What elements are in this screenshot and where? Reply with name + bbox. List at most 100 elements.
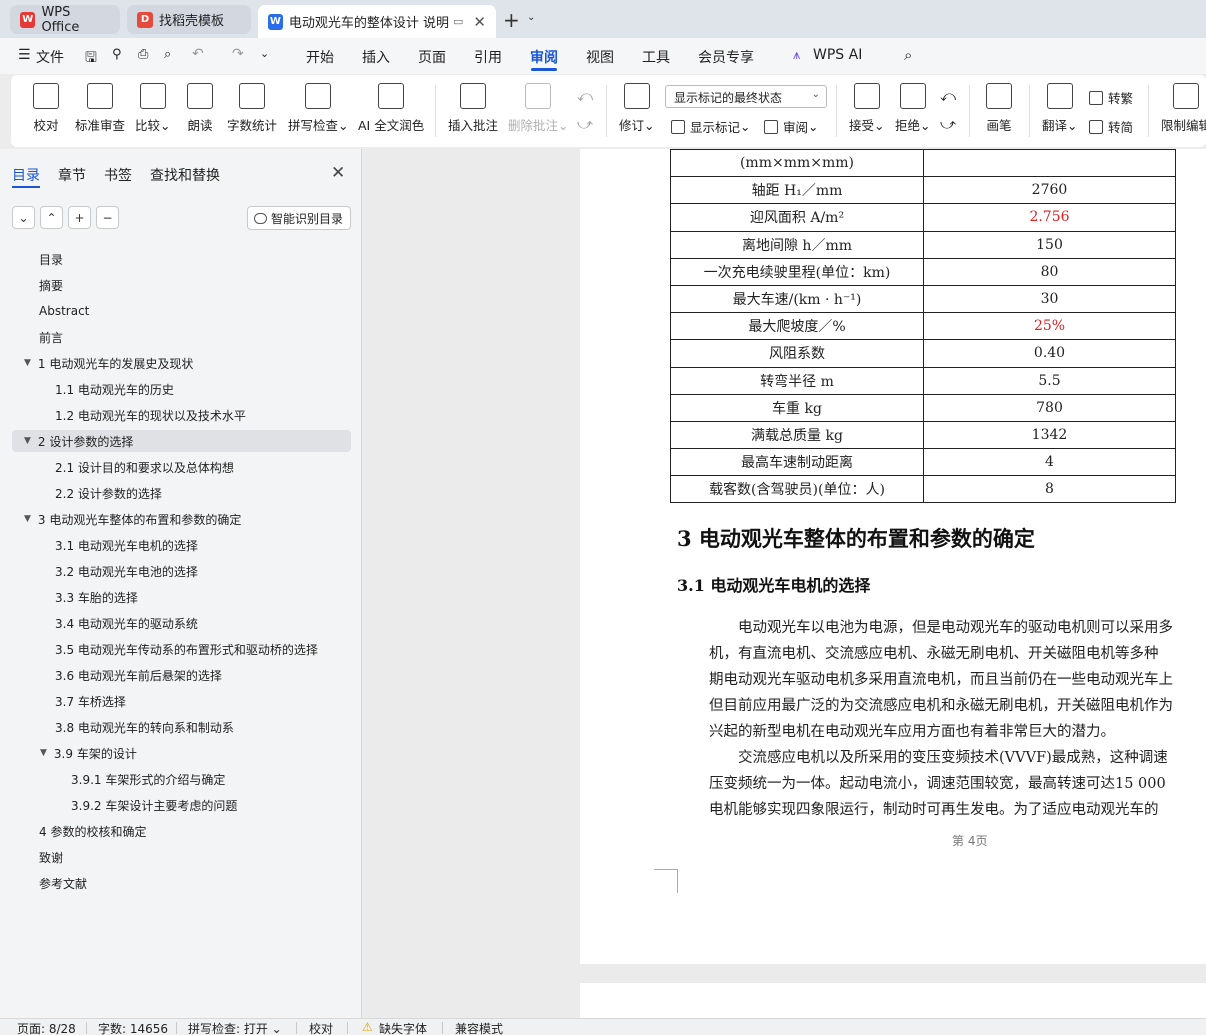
tab-docer[interactable]: D 找稻壳模板 [127, 5, 251, 34]
tab-document[interactable]: W 电动观光车的整体设计 说明书 ▭ ✕ [258, 5, 496, 38]
toc-item[interactable]: 3.8 电动观光车的转向系和制动系 [40, 716, 234, 738]
menu-wps-ai[interactable]: WPS AI [813, 47, 862, 63]
track-changes-button[interactable]: 修订⌄ [619, 83, 655, 134]
expand-arrow-icon[interactable]: ▼ [24, 436, 31, 446]
pen-button[interactable]: 画笔 [986, 83, 1012, 134]
tab-chapters[interactable]: 章节 [58, 165, 86, 185]
toc-item[interactable]: 3.2 电动观光车电池的选择 [40, 560, 198, 582]
hamburger-icon[interactable]: ☰ [18, 47, 31, 63]
toc-item-label: 摘要 [39, 278, 64, 293]
word-count-button[interactable]: 字数统计 [227, 83, 277, 134]
menu-references[interactable]: 引用 [474, 47, 502, 67]
smart-toc-button[interactable]: 智能识别目录 [247, 206, 351, 230]
add-heading-button[interactable]: + [68, 206, 91, 229]
spell-check-button[interactable]: 拼写检查⌄ [288, 83, 349, 134]
delete-comment-icon [525, 83, 552, 109]
active-tab-underline [12, 186, 40, 188]
expand-arrow-icon[interactable]: ▼ [24, 514, 31, 524]
tab-wps-office[interactable]: W WPS Office [10, 5, 120, 35]
menu-member[interactable]: 会员专享 [698, 47, 754, 67]
reject-button[interactable]: 拒绝⌄ [895, 83, 931, 134]
toc-item[interactable]: 致谢 [24, 846, 63, 868]
menu-page[interactable]: 页面 [418, 47, 446, 67]
toc-item[interactable]: 3.7 车桥选择 [40, 690, 126, 712]
toc-item[interactable]: ▼ 1 电动观光车的发展史及现状 [24, 352, 193, 374]
toc-item[interactable]: 参考文献 [24, 872, 87, 894]
toc-item[interactable]: 1.1 电动观光车的历史 [40, 378, 174, 400]
toc-item[interactable]: ▼ 3 电动观光车整体的布置和参数的确定 [24, 508, 241, 530]
save-icon[interactable]: 🖫 [85, 47, 97, 71]
toc-item[interactable]: 3.1 电动观光车电机的选择 [40, 534, 198, 556]
restrict-edit-button[interactable]: 限制编辑 [1161, 83, 1206, 134]
missing-font-indicator[interactable]: 缺失字体 [379, 1020, 427, 1035]
toc-item[interactable]: 3.5 电动观光车传动系的布置形式和驱动桥的选择 [40, 638, 318, 660]
print-icon[interactable]: ⎙ [138, 47, 148, 62]
page-indicator[interactable]: 页面: 8/28 [17, 1020, 76, 1035]
navigation-pane: 目录 章节 书签 查找和替换 ✕ ⌄ ⌃ + − 智能识别目录 目录摘要 Abst… [0, 149, 362, 1018]
search-icon[interactable]: ⌕ [904, 46, 912, 64]
tab-toc[interactable]: 目录 [12, 165, 40, 185]
proofread-button[interactable]: 校对 [33, 83, 59, 134]
toc-item[interactable]: 1.2 电动观光车的现状以及技术水平 [40, 404, 246, 426]
redo-icon[interactable]: ↷ [232, 46, 244, 62]
tab-list-chevron-icon[interactable]: ⌄ [527, 12, 535, 23]
delete-comment-button[interactable]: 删除批注⌄ [508, 83, 569, 134]
menu-tools[interactable]: 工具 [642, 47, 670, 67]
toc-item[interactable]: 4 参数的校核和确定 [24, 820, 146, 842]
toc-item[interactable]: 3.9.1 车架形式的介绍与确定 [56, 768, 225, 790]
spell-check-indicator[interactable]: 拼写检查: 打开 ⌄ [188, 1020, 282, 1035]
toc-item[interactable]: 目录 [24, 248, 63, 270]
undo-icon[interactable]: ↶ [192, 46, 204, 62]
toc-item[interactable]: Abstract [24, 300, 89, 322]
menu-bar: ☰ 文件 🖫 ⚲ ⎙ ⌕ ↶ ↷ ⌄ 开始 插入 页面 引用 审阅 视图 工具 … [0, 38, 1206, 74]
document-area: (mm×mm×mm) 轴距 H₁／mm 2760 迎风面积 A/m² 2.756 离地间隙… [363, 149, 1206, 1018]
menu-review[interactable]: 审阅 [530, 47, 558, 67]
prev-comment-icon[interactable]: ⤺ [577, 87, 593, 105]
prev-change-icon[interactable]: ⤺ [940, 87, 956, 105]
expand-up-button[interactable]: ⌃ [40, 206, 63, 229]
toc-item[interactable]: 3.4 电动观光车的驱动系统 [40, 612, 198, 634]
menu-view[interactable]: 视图 [586, 47, 614, 67]
toc-item[interactable]: 摘要 [24, 274, 63, 296]
menu-home[interactable]: 开始 [306, 47, 334, 67]
toc-item[interactable]: 2.1 设计目的和要求以及总体构想 [40, 456, 234, 478]
expand-arrow-icon[interactable]: ▼ [40, 748, 47, 758]
close-tab-icon[interactable]: ✕ [473, 13, 486, 31]
word-count-indicator[interactable]: 字数: 14656 [98, 1020, 168, 1035]
ai-polish-button[interactable]: AI 全文润色 [358, 83, 424, 134]
new-tab-icon[interactable]: + [503, 8, 520, 32]
toc-item[interactable]: 前言 [24, 326, 63, 348]
tab-bookmarks[interactable]: 书签 [104, 165, 132, 185]
to-simplified-button[interactable]: 转简 [1089, 117, 1133, 136]
review-pane-button[interactable]: 审阅 ⌄ [764, 117, 819, 136]
read-aloud-button[interactable]: 朗读 [187, 83, 213, 134]
toc-item[interactable]: 2.2 设计参数的选择 [40, 482, 162, 504]
collapse-all-button[interactable]: ⌄ [12, 206, 35, 229]
toc-item[interactable]: 3.6 电动观光车前后悬架的选择 [40, 664, 222, 686]
accept-button[interactable]: 接受⌄ [849, 83, 885, 134]
markup-display-select[interactable]: 显示标记的最终状态 ⌄ [665, 85, 827, 108]
toc-item[interactable]: 3.3 车胎的选择 [40, 586, 138, 608]
menu-insert[interactable]: 插入 [362, 47, 390, 67]
proofread-indicator[interactable]: 校对 [309, 1020, 333, 1035]
translate-button[interactable]: 翻译⌄ [1042, 83, 1078, 134]
close-pane-icon[interactable]: ✕ [331, 163, 345, 183]
standard-review-button[interactable]: 标准审查 [75, 83, 125, 134]
print-preview-icon[interactable]: ⌕ [164, 47, 171, 62]
next-change-icon[interactable]: ⤻ [940, 115, 956, 133]
tab-find-replace[interactable]: 查找和替换 [150, 165, 220, 185]
share-icon[interactable]: ⚲ [112, 47, 122, 62]
next-comment-icon[interactable]: ⤻ [577, 115, 593, 133]
toc-item[interactable]: ▼ 2 设计参数的选择 [12, 430, 351, 452]
compare-button[interactable]: 比较⌄ [135, 83, 171, 134]
toc-item[interactable]: ▼ 3.9 车架的设计 [40, 742, 137, 764]
expand-arrow-icon[interactable]: ▼ [24, 358, 31, 368]
to-traditional-button[interactable]: 转繁 [1089, 88, 1133, 107]
toc-item-label: 3.6 电动观光车前后悬架的选择 [55, 668, 222, 683]
menu-file[interactable]: 文件 [36, 47, 64, 67]
show-markup-button[interactable]: 显示标记 ⌄ [671, 117, 751, 136]
toc-item[interactable]: 3.9.2 车架设计主要考虑的问题 [56, 794, 237, 816]
remove-heading-button[interactable]: − [96, 206, 119, 229]
insert-comment-button[interactable]: 插入批注 [448, 83, 498, 134]
more-chevron-icon[interactable]: ⌄ [260, 47, 269, 60]
